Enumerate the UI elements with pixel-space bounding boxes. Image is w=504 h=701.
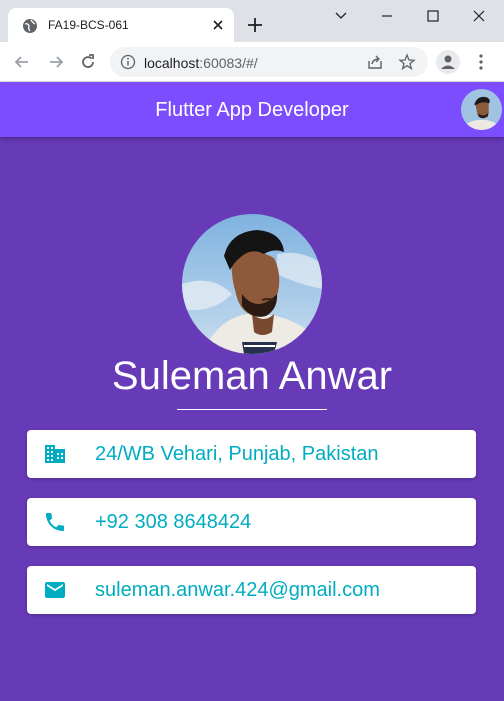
phone-text: +92 308 8648424 <box>95 511 252 533</box>
address-bar[interactable]: localhost:60083/#/ <box>110 47 428 77</box>
info-icon[interactable] <box>120 54 136 70</box>
close-tab-icon[interactable] <box>210 17 226 33</box>
browser-tab[interactable]: FA19-BCS-061 <box>8 8 234 42</box>
app-bar-avatar[interactable] <box>461 89 502 130</box>
share-icon[interactable] <box>366 53 384 71</box>
address-text: 24/WB Vehari, Punjab, Pakistan <box>95 443 379 465</box>
profile-photo-image <box>182 214 322 354</box>
phone-card[interactable]: +92 308 8648424 <box>27 498 476 546</box>
bookmark-star-icon[interactable] <box>398 53 416 71</box>
globe-icon <box>23 19 37 33</box>
email-text: suleman.anwar.424@gmail.com <box>95 579 380 601</box>
chevron-down-icon[interactable] <box>332 7 350 25</box>
new-tab-icon[interactable] <box>246 16 264 34</box>
app-bar-title: Flutter App Developer <box>155 99 349 121</box>
tab-title: FA19-BCS-061 <box>48 18 129 32</box>
browser-titlebar: FA19-BCS-061 <box>0 0 504 42</box>
person-icon <box>441 55 455 69</box>
url-path: :60083/#/ <box>199 55 258 71</box>
profile-photo <box>182 214 322 354</box>
browser-toolbar: localhost:60083/#/ <box>0 42 504 82</box>
back-arrow-icon[interactable] <box>12 52 32 72</box>
url-host: localhost <box>144 55 200 71</box>
close-window-icon[interactable] <box>470 7 488 25</box>
profile-name: Suleman Anwar <box>111 354 393 398</box>
phone-icon <box>46 513 64 531</box>
app-bar: Flutter App Developer <box>0 82 504 137</box>
reload-icon[interactable] <box>78 52 98 72</box>
email-icon <box>45 582 65 598</box>
address-card[interactable]: 24/WB Vehari, Punjab, Pakistan <box>27 430 476 478</box>
business-icon <box>45 445 65 463</box>
url-text[interactable]: localhost:60083/#/ <box>144 55 258 71</box>
avatar-photo <box>461 89 502 130</box>
email-card[interactable]: suleman.anwar.424@gmail.com <box>27 566 476 614</box>
maximize-icon[interactable] <box>424 7 442 25</box>
name-divider <box>177 409 327 410</box>
forward-arrow-icon[interactable] <box>46 52 66 72</box>
minimize-icon[interactable] <box>378 7 396 25</box>
kebab-menu-icon[interactable] <box>472 52 490 72</box>
browser-profile-button[interactable] <box>436 50 460 74</box>
